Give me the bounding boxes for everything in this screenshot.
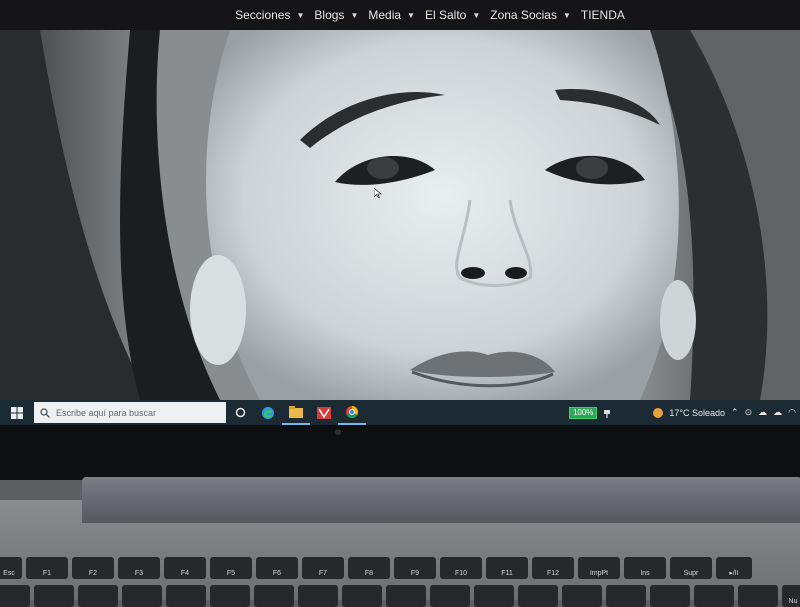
nav-label: Secciones xyxy=(235,8,291,22)
taskbar-search-input[interactable]: Escribe aquí para buscar xyxy=(34,402,226,423)
key[interactable] xyxy=(166,585,206,607)
portrait-image xyxy=(0,30,800,400)
webcam xyxy=(335,429,341,435)
chrome-button[interactable] xyxy=(338,400,366,425)
app-icon xyxy=(317,406,331,419)
cortana-button[interactable] xyxy=(226,400,254,425)
key[interactable] xyxy=(210,585,250,607)
edge-icon xyxy=(262,406,274,419)
key[interactable] xyxy=(78,585,118,607)
cloud-icon[interactable]: ☁ xyxy=(773,407,782,418)
key[interactable] xyxy=(738,585,778,607)
key-delete[interactable]: Supr xyxy=(670,557,712,579)
nav-secciones[interactable]: Secciones ▼ xyxy=(235,8,304,22)
portrait-photo xyxy=(0,30,800,400)
file-explorer-icon xyxy=(289,405,303,418)
windows-logo-icon xyxy=(11,406,23,419)
key-f1[interactable]: F1 xyxy=(26,557,68,579)
mouse-cursor-icon xyxy=(374,188,382,198)
nav-media[interactable]: Media ▼ xyxy=(368,8,415,22)
cortana-icon xyxy=(235,407,245,418)
nav-label: Blogs xyxy=(314,8,345,22)
start-button[interactable] xyxy=(0,400,34,425)
cloud-icon[interactable]: ☁ xyxy=(758,407,767,418)
weather-readout[interactable]: 17°C Soleado xyxy=(669,408,725,418)
key[interactable] xyxy=(430,585,470,607)
nav-zona-socias[interactable]: Zona Socias ▼ xyxy=(490,8,571,22)
key-f12[interactable]: F12 xyxy=(532,557,574,579)
key[interactable] xyxy=(518,585,558,607)
laptop-bezel: Secciones ▼ Blogs ▼ Media ▼ El Salto ▼ Z… xyxy=(0,0,800,480)
key[interactable] xyxy=(474,585,514,607)
search-placeholder: Escribe aquí para buscar xyxy=(56,407,157,418)
site-navbar: Secciones ▼ Blogs ▼ Media ▼ El Salto ▼ Z… xyxy=(0,0,800,30)
key-f3[interactable]: F3 xyxy=(118,557,160,579)
key[interactable] xyxy=(298,585,338,607)
network-icon[interactable]: ⊙ xyxy=(745,407,753,418)
caret-down-icon: ▼ xyxy=(296,10,305,20)
laptop-screen: Secciones ▼ Blogs ▼ Media ▼ El Salto ▼ Z… xyxy=(0,0,800,425)
chrome-icon xyxy=(346,405,359,418)
key-numlock[interactable]: Nu xyxy=(782,585,800,607)
key[interactable] xyxy=(122,585,162,607)
nav-tienda[interactable]: TIENDA xyxy=(581,8,625,22)
nav-el-salto[interactable]: El Salto ▼ xyxy=(425,8,480,22)
app-button[interactable] xyxy=(310,400,338,425)
key[interactable] xyxy=(606,585,646,607)
key[interactable] xyxy=(650,585,690,607)
key-f11[interactable]: F11 xyxy=(486,557,528,579)
laptop-hinge xyxy=(82,477,800,523)
key[interactable] xyxy=(694,585,734,607)
key[interactable] xyxy=(0,585,30,607)
file-explorer-button[interactable] xyxy=(282,400,310,425)
caret-down-icon: ▼ xyxy=(350,10,359,20)
key-f2[interactable]: F2 xyxy=(72,557,114,579)
key-f8[interactable]: F8 xyxy=(348,557,390,579)
keyboard: Esc F1 F2 F3 F4 F5 F6 F7 F8 F9 F10 F11 F… xyxy=(0,553,800,607)
function-key-row: Esc F1 F2 F3 F4 F5 F6 F7 F8 F9 F10 F11 F… xyxy=(0,557,752,579)
nav-label: El Salto xyxy=(424,8,467,22)
plug-icon xyxy=(604,409,611,418)
system-tray: 100% 17°C Soleado ⌃ ⊙ ☁ ☁ ◠ xyxy=(568,406,800,419)
caret-down-icon: ▼ xyxy=(562,10,571,20)
caret-down-icon: ▼ xyxy=(472,10,481,20)
key-f10[interactable]: F10 xyxy=(440,557,482,579)
nav-blogs[interactable]: Blogs ▼ xyxy=(314,8,358,22)
key-f7[interactable]: F7 xyxy=(302,557,344,579)
battery-indicator[interactable]: 100% xyxy=(568,406,598,419)
key[interactable] xyxy=(562,585,602,607)
key-f5[interactable]: F5 xyxy=(210,557,252,579)
nav-label: TIENDA xyxy=(580,8,625,22)
windows-taskbar: Escribe aquí para buscar 100% 17°C Solea… xyxy=(0,400,800,425)
key-esc[interactable]: Esc xyxy=(0,557,22,579)
key[interactable] xyxy=(386,585,426,607)
nav-label: Zona Socias xyxy=(490,8,557,22)
key[interactable] xyxy=(34,585,74,607)
nav-label: Media xyxy=(368,8,402,22)
key-print-screen[interactable]: ImpPt xyxy=(578,557,620,579)
key[interactable] xyxy=(342,585,382,607)
weather-sun-icon xyxy=(653,407,664,418)
key-f4[interactable]: F4 xyxy=(164,557,206,579)
key-f6[interactable]: F6 xyxy=(256,557,298,579)
key-f9[interactable]: F9 xyxy=(394,557,436,579)
search-icon xyxy=(40,407,50,418)
wifi-icon[interactable]: ◠ xyxy=(788,407,796,418)
caret-down-icon: ▼ xyxy=(407,10,415,20)
edge-button[interactable] xyxy=(254,400,282,425)
key[interactable] xyxy=(254,585,294,607)
key-insert[interactable]: Ins xyxy=(624,557,666,579)
number-key-row: Nu xyxy=(0,585,800,607)
key-play-pause[interactable]: ▸/II xyxy=(716,557,752,579)
chevron-up-icon[interactable]: ⌃ xyxy=(731,407,739,418)
